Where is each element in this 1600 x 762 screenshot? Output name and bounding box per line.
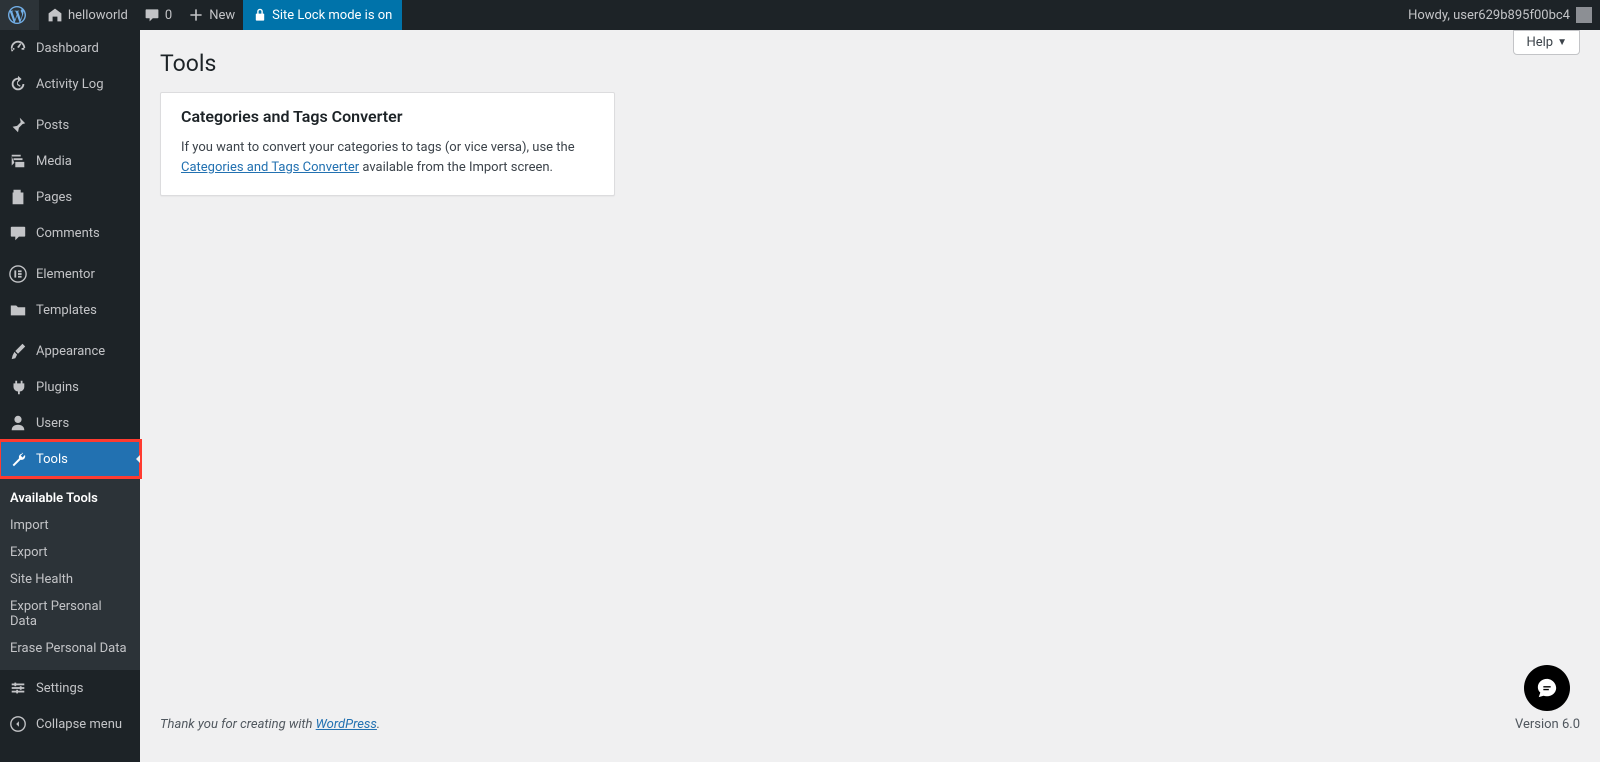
history-icon [8,74,28,94]
chat-icon [1536,677,1558,699]
page-title: Tools [160,30,216,92]
elementor-icon [8,264,28,284]
sidebar-item-activity-log[interactable]: Activity Log [0,66,140,102]
sidebar-item-settings[interactable]: Settings [0,670,140,706]
version-text: Version 6.0 [1515,717,1580,732]
lock-label: Site Lock mode is on [272,8,392,23]
user-icon [8,413,28,433]
sidebar-item-label: Dashboard [36,41,99,56]
sidebar-item-media[interactable]: Media [0,143,140,179]
dashboard-icon [8,38,28,58]
wordpress-link[interactable]: WordPress [316,717,377,732]
brush-icon [8,341,28,361]
footer-thanks: Thank you for creating with WordPress. [160,717,380,732]
chat-bubble-button[interactable] [1524,665,1570,711]
comment-icon [8,223,28,243]
home-icon [47,7,63,23]
plus-icon [188,7,204,23]
collapse-icon [8,714,28,734]
submenu-item-export-personal-data[interactable]: Export Personal Data [0,593,140,635]
sidebar-item-label: Media [36,154,72,169]
wrench-icon [8,449,28,469]
submenu-item-export[interactable]: Export [0,539,140,566]
card-heading: Categories and Tags Converter [181,107,594,126]
comment-count: 0 [165,8,172,23]
plug-icon [8,377,28,397]
sidebar-item-label: Tools [36,452,68,467]
new-label: New [209,8,235,23]
sidebar-item-dashboard[interactable]: Dashboard [0,30,140,66]
lock-icon [253,8,267,22]
sidebar-item-plugins[interactable]: Plugins [0,369,140,405]
sidebar-item-comments[interactable]: Comments [0,215,140,251]
wordpress-logo-link[interactable] [0,0,39,30]
sidebar-item-label: Posts [36,118,69,133]
chevron-down-icon: ▼ [1557,37,1567,48]
site-name-link[interactable]: helloworld [39,0,136,30]
wordpress-icon [8,6,26,24]
sidebar-item-label: Appearance [36,344,105,359]
footer: Thank you for creating with WordPress. V… [160,697,1580,742]
card-description: If you want to convert your categories t… [181,138,594,177]
pin-icon [8,115,28,135]
main-content: Tools Help ▼ Categories and Tags Convert… [140,30,1600,762]
sidebar-item-elementor[interactable]: Elementor [0,256,140,292]
sidebar-item-label: Users [36,416,69,431]
submenu-item-site-health[interactable]: Site Health [0,566,140,593]
categories-tags-converter-link[interactable]: Categories and Tags Converter [181,160,359,175]
sidebar-item-templates[interactable]: Templates [0,292,140,328]
submenu-item-available-tools[interactable]: Available Tools [0,485,140,512]
help-label: Help [1526,35,1553,50]
sidebar-item-label: Settings [36,681,83,696]
howdy-text: Howdy, user629b895f00bc4 [1408,8,1570,23]
media-icon [8,151,28,171]
sidebar-item-label: Plugins [36,380,79,395]
sidebar-item-label: Activity Log [36,77,104,92]
new-link[interactable]: New [180,0,243,30]
user-account-link[interactable]: Howdy, user629b895f00bc4 [1408,7,1592,23]
sidebar-item-appearance[interactable]: Appearance [0,333,140,369]
tools-submenu: Available Tools Import Export Site Healt… [0,477,140,670]
sidebar-item-posts[interactable]: Posts [0,107,140,143]
avatar [1576,7,1592,23]
sidebar-item-label: Comments [36,226,100,241]
sidebar-item-collapse[interactable]: Collapse menu [0,706,140,742]
sidebar-item-tools[interactable]: Tools [0,441,140,477]
help-tab[interactable]: Help ▼ [1513,30,1580,55]
comment-icon [144,7,160,23]
admin-sidebar: Dashboard Activity Log Posts Media Pages… [0,30,140,762]
comments-link[interactable]: 0 [136,0,180,30]
submenu-item-import[interactable]: Import [0,512,140,539]
sidebar-item-label: Templates [36,303,97,318]
converter-card: Categories and Tags Converter If you wan… [160,92,615,196]
folder-icon [8,300,28,320]
sidebar-item-pages[interactable]: Pages [0,179,140,215]
sidebar-item-label: Pages [36,190,72,205]
page-icon [8,187,28,207]
site-lock-notice[interactable]: Site Lock mode is on [243,0,402,30]
sidebar-item-label: Collapse menu [36,717,122,732]
site-name: helloworld [68,8,128,23]
settings-icon [8,678,28,698]
sidebar-item-label: Elementor [36,267,95,282]
submenu-item-erase-personal-data[interactable]: Erase Personal Data [0,635,140,662]
sidebar-item-users[interactable]: Users [0,405,140,441]
admin-topbar: helloworld 0 New Site Lock mode is on Ho… [0,0,1600,30]
